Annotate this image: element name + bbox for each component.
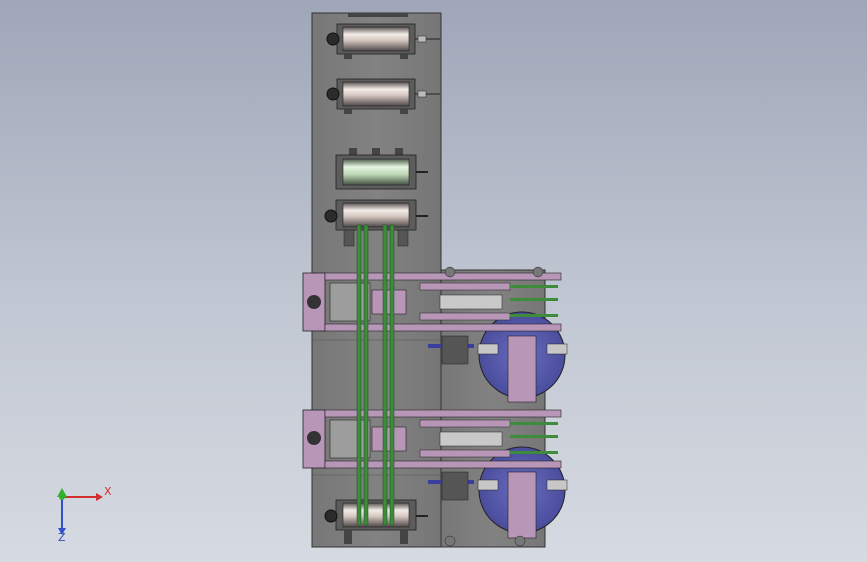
knob-icon[interactable] [324, 209, 338, 223]
belt-strip [382, 224, 388, 526]
belt-strip [363, 224, 369, 526]
knob-icon[interactable] [326, 87, 340, 101]
axis-x-label: X [104, 485, 112, 498]
knob-icon[interactable] [326, 32, 340, 46]
belt-strip [389, 224, 395, 526]
knob-icon[interactable] [324, 509, 338, 523]
axis-z-label: Z [58, 531, 66, 544]
belt-strip [356, 224, 362, 526]
cad-viewport[interactable] [0, 0, 867, 562]
axis-labels: X Z [50, 484, 120, 544]
